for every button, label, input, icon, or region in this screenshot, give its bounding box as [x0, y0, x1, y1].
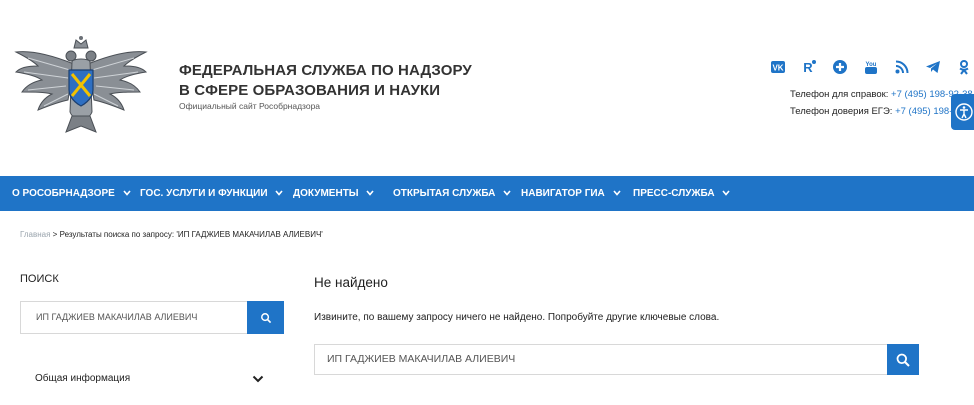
nav-item-gia-navigator[interactable]: НАВИГАТОР ГИА: [521, 176, 621, 211]
hotline-line: Телефон доверия ЕГЭ: +7 (495) 198-9: [790, 106, 958, 117]
phone-line: Телефон для справок: +7 (495) 198-92-38: [790, 89, 973, 100]
search-icon: [260, 312, 271, 323]
chevron-down-icon: [612, 190, 621, 197]
site-title[interactable]: ФЕДЕРАЛЬНАЯ СЛУЖБА ПО НАДЗОРУ В СФЕРЕ ОБ…: [179, 61, 479, 101]
rosobrnadzor-logo-icon[interactable]: [14, 34, 148, 136]
page-title: Не найдено: [314, 275, 388, 290]
odnoklassniki-plus-icon[interactable]: [832, 59, 848, 75]
site-header: ФЕДЕРАЛЬНАЯ СЛУЖБА ПО НАДЗОРУ В СФЕРЕ ОБ…: [0, 0, 974, 176]
sidebar-search-input[interactable]: ИП ГАДЖИЕВ МАКАЧИЛАВ АЛИЕВИЧ: [20, 301, 284, 334]
breadcrumb-current: Результаты поиска по запросу: 'ИП ГАДЖИЕ…: [59, 230, 323, 239]
accessibility-button[interactable]: [951, 94, 974, 130]
youtube-icon[interactable]: You: [863, 59, 879, 75]
rss-icon[interactable]: [894, 59, 910, 75]
vk-icon[interactable]: VK: [770, 59, 786, 75]
accessibility-icon: [954, 103, 973, 121]
chevron-down-icon: [503, 190, 511, 197]
not-found-message: Извините, по вашему запросу ничего не на…: [314, 312, 720, 323]
breadcrumb-home-link[interactable]: Главная: [20, 230, 50, 239]
main-search-input[interactable]: ИП ГАДЖИЕВ МАКАЧИЛАВ АЛИЕВИЧ: [314, 344, 919, 375]
breadcrumb: Главная > Результаты поиска по запросу: …: [20, 230, 323, 239]
site-subtitle: Официальный сайт Рособрнадзора: [179, 101, 321, 111]
chevron-down-icon: [366, 190, 374, 197]
main-navigation: О РОСОБРНАДЗОРЕ ГОС. УСЛУГИ И ФУНКЦИИ ДО…: [0, 176, 974, 211]
chevron-down-icon: [275, 190, 283, 197]
chevron-down-icon: [122, 190, 131, 197]
contact-phones: Телефон для справок: +7 (495) 198-92-38 …: [790, 86, 973, 120]
nav-item-press[interactable]: ПРЕСС-СЛУЖБА: [633, 176, 730, 211]
nav-item-services[interactable]: ГОС. УСЛУГИ И ФУНКЦИИ: [140, 176, 283, 211]
svg-text:VK: VK: [772, 64, 783, 73]
main-search-value: ИП ГАДЖИЕВ МАКАЧИЛАВ АЛИЕВИЧ: [327, 353, 516, 365]
svg-text:R: R: [803, 60, 813, 75]
chevron-down-icon[interactable]: [252, 374, 264, 384]
sidebar-category-general-info[interactable]: Общая информация: [35, 373, 130, 384]
search-icon: [896, 353, 910, 367]
ok-icon[interactable]: [956, 59, 972, 75]
rutube-icon[interactable]: R: [801, 59, 817, 75]
nav-item-about[interactable]: О РОСОБРНАДЗОРЕ: [12, 176, 131, 211]
nav-item-open-service[interactable]: ОТКРЫТАЯ СЛУЖБА: [393, 176, 511, 211]
sidebar-search-value: ИП ГАДЖИЕВ МАКАЧИЛАВ АЛИЕВИЧ: [36, 312, 198, 322]
sidebar-search-button[interactable]: [247, 301, 284, 334]
hotline-number-link[interactable]: +7 (495) 198-9: [895, 106, 958, 117]
telegram-icon[interactable]: [925, 59, 941, 75]
main-search-button[interactable]: [887, 344, 919, 375]
chevron-down-icon: [722, 190, 730, 197]
sidebar-title: ПОИСК: [20, 273, 59, 285]
nav-item-documents[interactable]: ДОКУМЕНТЫ: [293, 176, 374, 211]
breadcrumb-separator: >: [50, 230, 60, 239]
